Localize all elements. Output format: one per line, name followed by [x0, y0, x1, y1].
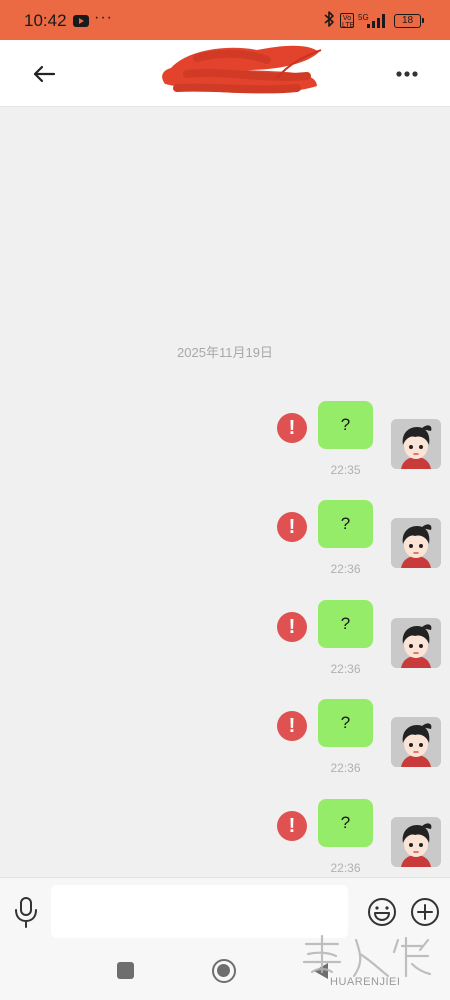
network-type-label: 5G: [358, 13, 369, 22]
message-bubble[interactable]: ?: [318, 600, 373, 648]
bluetooth-icon: [323, 10, 335, 33]
volte-icon: Vo LTE: [340, 13, 355, 29]
arrow-left-icon: [33, 65, 56, 83]
message-bubble[interactable]: ?: [318, 799, 373, 847]
user-avatar[interactable]: [391, 419, 441, 469]
back-button[interactable]: [28, 58, 60, 90]
message-row: !? 22:36: [0, 699, 450, 789]
signal-icon: 5G: [358, 13, 388, 29]
chat-date-divider: 2025年11月19日: [177, 345, 273, 360]
message-row: !? 22:36: [0, 500, 450, 590]
youtube-icon: [73, 15, 89, 27]
message-row: !? 22:36: [0, 600, 450, 690]
message-time: 22:36: [330, 562, 361, 576]
send-failed-icon[interactable]: !: [277, 413, 307, 443]
send-failed-icon[interactable]: !: [277, 811, 307, 841]
redacted-chat-title: [157, 40, 325, 98]
more-horizontal-icon: [396, 71, 418, 77]
microphone-icon: [15, 897, 37, 928]
nav-home-button[interactable]: [212, 959, 236, 983]
voice-input-button[interactable]: [10, 894, 42, 930]
message-bubble[interactable]: ?: [318, 500, 373, 548]
watermark-romanized: HUARENJIEI: [330, 976, 401, 988]
nav-recents-button[interactable]: [117, 962, 134, 979]
message-bubble[interactable]: ?: [318, 699, 373, 747]
send-failed-icon[interactable]: !: [277, 612, 307, 642]
status-more-dots: ···: [94, 9, 113, 26]
message-bubble[interactable]: ?: [318, 401, 373, 449]
user-avatar[interactable]: [391, 717, 441, 767]
status-time: 10:42: [24, 11, 67, 30]
more-options-button[interactable]: [391, 58, 423, 90]
message-row: !? 22:35: [0, 401, 450, 491]
message-row: !? 22:36: [0, 799, 450, 889]
smiley-icon: [368, 898, 396, 926]
message-time: 22:36: [330, 761, 361, 775]
message-time: 22:36: [330, 662, 361, 676]
message-input[interactable]: [51, 885, 348, 938]
send-failed-icon[interactable]: !: [277, 711, 307, 741]
add-attachment-button[interactable]: [409, 896, 441, 928]
plus-circle-icon: [411, 898, 439, 926]
user-avatar[interactable]: [391, 618, 441, 668]
user-avatar[interactable]: [391, 518, 441, 568]
message-time: 22:35: [330, 463, 361, 477]
emoji-button[interactable]: [366, 896, 398, 928]
send-failed-icon[interactable]: !: [277, 512, 307, 542]
message-time: 22:36: [330, 861, 361, 875]
battery-icon: 18: [394, 14, 424, 28]
user-avatar[interactable]: [391, 817, 441, 867]
status-bar: 10:42 ··· Vo LTE 5G 18: [0, 0, 450, 40]
